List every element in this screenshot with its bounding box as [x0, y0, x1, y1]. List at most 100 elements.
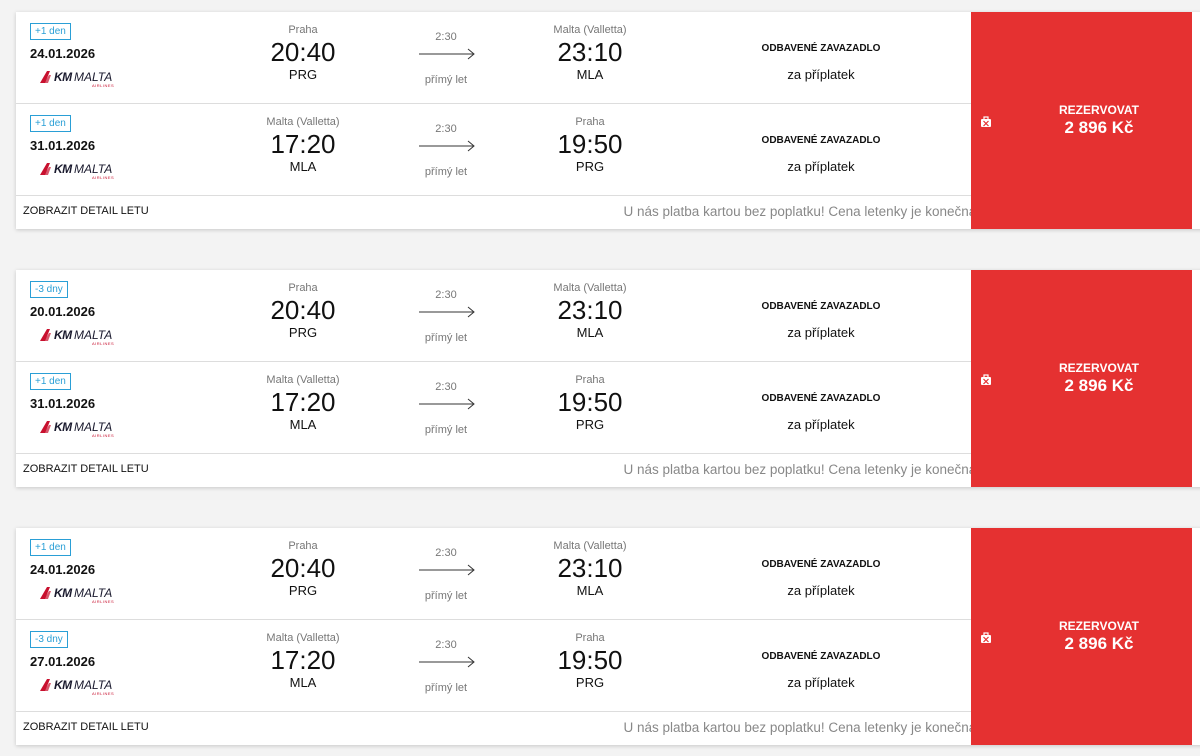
departure-city: Praha	[288, 282, 318, 294]
airline-subtitle: AIRLINES	[92, 691, 115, 696]
show-flight-detail-link[interactable]: ZOBRAZIT DETAIL LETU	[23, 721, 149, 733]
arrival: Malta (Valletta) 23:10 MLA	[510, 270, 670, 341]
arrival: Praha 19:50 PRG	[510, 362, 670, 433]
luggage-icon	[980, 631, 992, 643]
flight-duration: 2:30	[435, 289, 457, 301]
flight-legs: +1 den 24.01.2026 KM MALTA AIRLINES Prah…	[16, 12, 980, 229]
departure-airport-code: PRG	[288, 583, 318, 598]
baggage-value: za příplatek	[787, 583, 855, 598]
arrival-city: Praha	[575, 632, 605, 644]
airline-logo: KM MALTA AIRLINES	[38, 418, 128, 438]
book-button[interactable]: REZERVOVAT 2 896 Kč	[971, 528, 1192, 745]
airline-logo: KM MALTA AIRLINES	[38, 676, 128, 696]
payment-note: U nás platba kartou bez poplatku! Cena l…	[623, 720, 980, 735]
payment-note: U nás platba kartou bez poplatku! Cena l…	[623, 204, 980, 219]
airline-name-bold: KM	[54, 678, 72, 692]
price: 2 896 Kč	[1064, 118, 1134, 137]
airline-subtitle: AIRLINES	[92, 83, 115, 88]
departure-city: Malta (Valletta)	[266, 632, 340, 644]
departure-time: 20:40	[270, 295, 336, 325]
arrival: Malta (Valletta) 23:10 MLA	[510, 12, 670, 83]
airline-subtitle: AIRLINES	[92, 599, 115, 604]
flight-result-card: +1 den 24.01.2026 KM MALTA AIRLINES Prah…	[16, 528, 1200, 745]
card-footer: ZOBRAZIT DETAIL LETU U nás platba kartou…	[16, 454, 984, 487]
day-shift-badge: -3 dny	[30, 281, 68, 298]
arrival-airport-code: PRG	[575, 417, 605, 432]
arrow-right-icon	[419, 306, 475, 318]
price: 2 896 Kč	[1064, 634, 1134, 653]
flight-date: 20.01.2026	[30, 304, 96, 319]
airline-name-bold: KM	[54, 586, 72, 600]
arrival-airport-code: MLA	[576, 325, 604, 340]
departure-airport-code: MLA	[289, 417, 317, 432]
arrival-time: 23:10	[557, 553, 623, 583]
card-footer: ZOBRAZIT DETAIL LETU U nás platba kartou…	[16, 196, 984, 229]
flight-date: 24.01.2026	[30, 562, 96, 577]
arrival-time: 19:50	[557, 129, 623, 159]
book-button[interactable]: REZERVOVAT 2 896 Kč	[971, 12, 1192, 229]
stops-info: přímý let	[424, 682, 468, 694]
airline-name: MALTA	[74, 678, 113, 692]
arrow-right-icon	[419, 48, 475, 60]
departure-city: Malta (Valletta)	[266, 374, 340, 386]
luggage-icon	[980, 373, 992, 385]
airline-logo: KM MALTA AIRLINES	[38, 68, 128, 88]
arrow-right-icon	[419, 564, 475, 576]
flight-date: 24.01.2026	[30, 46, 96, 61]
day-shift-badge: -3 dny	[30, 631, 68, 648]
price: 2 896 Kč	[1064, 376, 1134, 395]
book-button[interactable]: REZERVOVAT 2 896 Kč	[971, 270, 1192, 487]
baggage-title: ODBAVENÉ ZAVAZADLO	[761, 651, 881, 662]
airline-name: MALTA	[74, 162, 113, 176]
airline-name-bold: KM	[54, 328, 72, 342]
departure: Malta (Valletta) 17:20 MLA	[223, 620, 383, 691]
baggage-title: ODBAVENÉ ZAVAZADLO	[761, 559, 881, 570]
day-shift-badge: +1 den	[30, 539, 71, 556]
show-flight-detail-link[interactable]: ZOBRAZIT DETAIL LETU	[23, 205, 149, 217]
arrow-right-icon	[419, 656, 475, 668]
baggage-value: za příplatek	[787, 417, 855, 432]
baggage-value: za příplatek	[787, 325, 855, 340]
luggage-icon	[980, 115, 992, 127]
airline-logo: KM MALTA AIRLINES	[38, 326, 128, 346]
flight-legs: +1 den 24.01.2026 KM MALTA AIRLINES Prah…	[16, 528, 980, 745]
arrival-airport-code: PRG	[575, 675, 605, 690]
airline-subtitle: AIRLINES	[92, 341, 115, 346]
day-shift-badge: +1 den	[30, 23, 71, 40]
departure-airport-code: MLA	[289, 675, 317, 690]
flight-leg: +1 den 24.01.2026 KM MALTA AIRLINES Prah…	[16, 12, 971, 104]
stops-info: přímý let	[424, 590, 468, 602]
departure-airport-code: MLA	[289, 159, 317, 174]
departure-city: Malta (Valletta)	[266, 116, 340, 128]
baggage-value: za příplatek	[787, 675, 855, 690]
flight-leg: +1 den 24.01.2026 KM MALTA AIRLINES Prah…	[16, 528, 971, 620]
day-shift-badge: +1 den	[30, 373, 71, 390]
arrival-city: Malta (Valletta)	[553, 540, 627, 552]
arrival-time: 19:50	[557, 645, 623, 675]
show-flight-detail-link[interactable]: ZOBRAZIT DETAIL LETU	[23, 463, 149, 475]
departure: Praha 20:40 PRG	[223, 270, 383, 341]
flight-leg: +1 den 31.01.2026 KM MALTA AIRLINES Malt…	[16, 362, 971, 454]
airline-subtitle: AIRLINES	[92, 175, 115, 180]
departure-airport-code: PRG	[288, 67, 318, 82]
flight-results-list: +1 den 24.01.2026 KM MALTA AIRLINES Prah…	[16, 12, 1200, 756]
arrival-time: 19:50	[557, 387, 623, 417]
airline-name-bold: KM	[54, 420, 72, 434]
arrival-time: 23:10	[557, 37, 623, 67]
arrival: Praha 19:50 PRG	[510, 104, 670, 175]
arrow-right-icon	[419, 140, 475, 152]
departure-time: 17:20	[270, 645, 336, 675]
card-footer: ZOBRAZIT DETAIL LETU U nás platba kartou…	[16, 712, 984, 745]
departure-city: Praha	[288, 24, 318, 36]
day-shift-badge: +1 den	[30, 115, 71, 132]
airline-name: MALTA	[74, 586, 113, 600]
arrival-airport-code: MLA	[576, 583, 604, 598]
departure: Malta (Valletta) 17:20 MLA	[223, 362, 383, 433]
flight-result-card: +1 den 24.01.2026 KM MALTA AIRLINES Prah…	[16, 12, 1200, 229]
airline-name-bold: KM	[54, 162, 72, 176]
airline-name: MALTA	[74, 420, 113, 434]
arrival-city: Praha	[575, 374, 605, 386]
flight-date: 27.01.2026	[30, 654, 96, 669]
departure-time: 20:40	[270, 37, 336, 67]
departure: Malta (Valletta) 17:20 MLA	[223, 104, 383, 175]
